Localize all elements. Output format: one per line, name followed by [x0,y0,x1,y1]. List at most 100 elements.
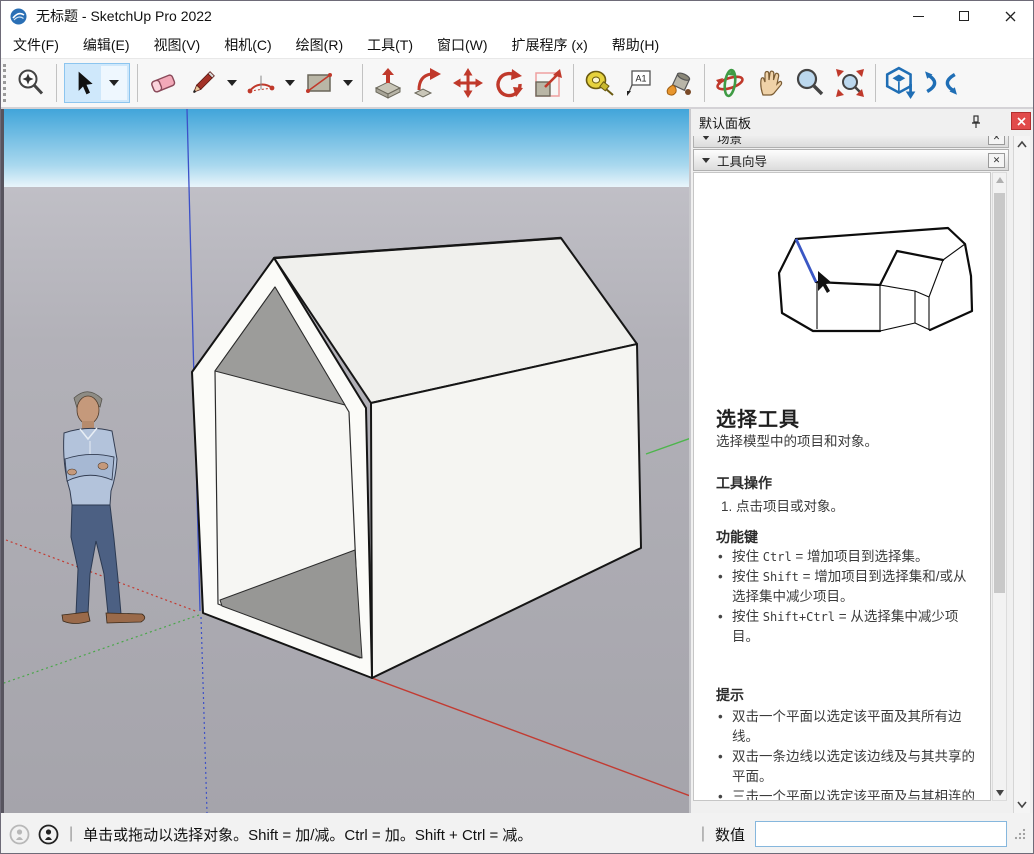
list-item: 按住 Shift+Ctrl = 从选择集中减少项目。 [716,607,978,647]
rectangle-tool-button[interactable] [299,61,339,105]
paint-bucket-button[interactable] [659,61,699,105]
menu-extensions[interactable]: 扩展程序 (x) [512,35,588,55]
menu-bar: 文件(F) 编辑(E) 视图(V) 相机(C) 绘图(R) 工具(T) 窗口(W… [1,31,1033,59]
toolbar-separator [704,64,705,102]
close-icon [1017,117,1026,126]
tray-scrollbar[interactable] [1013,136,1030,813]
scenes-panel-clipped: 场景 ✕ [693,136,1009,148]
scenes-panel-header[interactable]: 场景 ✕ [693,136,1009,148]
chevron-down-icon[interactable] [1017,799,1027,809]
rectangle-dropdown-icon[interactable] [343,80,353,86]
select-tool-dropdown[interactable] [101,66,127,100]
main-area: 默认面板 场景 ✕ [1,109,1034,813]
model-viewport[interactable] [1,109,691,813]
line-dropdown-icon[interactable] [227,80,237,86]
list-item: 按住 Ctrl = 增加项目到选择集。 [716,547,978,567]
pencil-icon [187,67,219,99]
toolbar-separator [362,64,363,102]
chevron-down-icon [109,80,119,86]
orbit-icon [714,67,746,99]
scroll-up-icon[interactable] [996,177,1004,183]
scale-button[interactable] [528,61,568,105]
scale-icon [532,67,564,99]
arc-dropdown-icon[interactable] [285,80,295,86]
select-tool-button[interactable] [64,63,130,103]
eraser-icon [147,67,179,99]
zoom-extents-icon [834,67,866,99]
get-models-button[interactable] [881,61,921,105]
zoom-window-button[interactable] [11,61,51,105]
pan-button[interactable] [750,61,790,105]
zoom-window-icon [15,67,47,99]
tape-measure-button[interactable] [579,61,619,105]
instructor-close-button[interactable]: ✕ [988,153,1005,168]
instructor-panel-header[interactable]: 工具向导 ✕ [693,149,1009,171]
tray-close-button[interactable] [1011,112,1031,130]
maximize-button[interactable] [941,1,987,31]
scroll-down-icon[interactable] [996,790,1004,796]
credits-icon[interactable] [38,824,59,845]
pan-hand-icon [754,67,786,99]
eraser-button[interactable] [143,61,183,105]
arc-tool-button[interactable] [241,61,281,105]
title-bar: 无标题 - SketchUp Pro 2022 [1,1,1033,31]
close-button[interactable] [987,1,1033,31]
scenes-close-button[interactable]: ✕ [988,136,1005,145]
sketchup-logo-icon [10,8,27,25]
scene-canvas[interactable] [4,109,691,813]
minimize-icon [913,16,924,17]
menu-file[interactable]: 文件(F) [13,35,59,55]
chevron-up-icon[interactable] [1017,140,1027,150]
tray-title: 默认面板 [699,113,751,132]
default-tray-panel: 默认面板 场景 ✕ [691,109,1034,813]
sketchup-window: 无标题 - SketchUp Pro 2022 文件(F) 编辑(E) 视图(V… [0,0,1034,854]
tool-description: 选择模型中的项目和对象。 [716,430,878,450]
collapse-arrow-icon [702,136,710,140]
zoom-extents-button[interactable] [830,61,870,105]
scenes-panel-title: 场景 [717,136,742,147]
toolbar-grip[interactable] [3,64,11,102]
move-icon [452,67,484,99]
resize-grip[interactable] [1013,827,1027,841]
maximize-icon [959,11,969,21]
rectangle-icon [303,67,335,99]
menu-view[interactable]: 视图(V) [154,35,201,55]
follow-me-button[interactable] [408,61,448,105]
arc-icon [245,67,277,99]
tips-list: 双击一个平面以选定该平面及其所有边线。 双击一条边线以选定该边线及与其共享的平面… [716,707,978,801]
orbit-button[interactable] [710,61,750,105]
geolocation-icon[interactable] [9,824,30,845]
instructor-thumbnail [766,213,976,355]
line-tool-button[interactable] [183,61,223,105]
menu-tools[interactable]: 工具(T) [367,35,413,55]
move-button[interactable] [448,61,488,105]
menu-camera[interactable]: 相机(C) [224,35,271,55]
measurements-input[interactable] [755,821,1007,847]
minimize-button[interactable] [895,1,941,31]
menu-window[interactable]: 窗口(W) [437,35,488,55]
status-bar: | 单击或拖动以选择对象。Shift = 加/减。Ctrl = 加。Shift … [1,813,1034,854]
toolbar-separator [573,64,574,102]
list-item: 三击一个平面以选定该平面及与其相连的所有项目。 [716,787,978,801]
text-tool-button[interactable]: A1 [619,61,659,105]
status-divider: | [69,825,73,843]
rotate-button[interactable] [488,61,528,105]
toolbar: A1 [1,59,1033,109]
modifier-keys-heading: 功能键 [716,527,758,547]
menu-help[interactable]: 帮助(H) [612,35,659,55]
list-item: 双击一个平面以选定该平面及其所有边线。 [716,707,978,747]
pin-button[interactable] [967,113,985,131]
follow-me-icon [412,67,444,99]
extension-warehouse-button[interactable] [921,61,961,105]
scrollbar-thumb[interactable] [994,193,1005,593]
menu-draw[interactable]: 绘图(R) [296,35,343,55]
zoom-tool-button[interactable] [790,61,830,105]
toolbar-separator [56,64,57,102]
instructor-scrollbar[interactable] [992,172,1007,801]
push-pull-button[interactable] [368,61,408,105]
cursor-icon [818,271,832,293]
text-tool-icon: A1 [623,67,655,99]
menu-edit[interactable]: 编辑(E) [83,35,130,55]
modifier-keys-list: 按住 Ctrl = 增加项目到选择集。 按住 Shift = 增加项目到选择集和… [716,547,978,647]
paint-bucket-icon [663,67,695,99]
